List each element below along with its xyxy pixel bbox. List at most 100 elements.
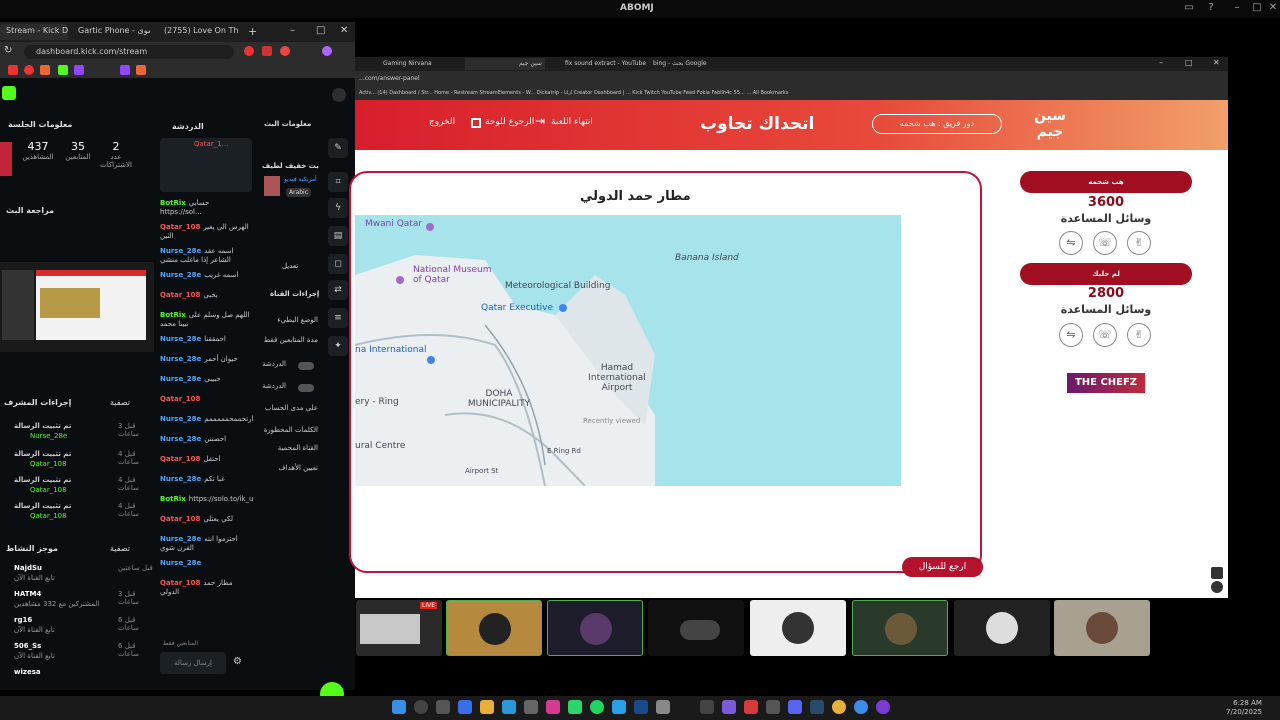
quick-action-item[interactable]: مدة المتابعين فقط [258,336,318,344]
chat-username[interactable]: Nurse_28e [160,271,201,279]
kick-logo-icon[interactable] [2,86,16,100]
chat-username[interactable]: BotRix [160,311,186,319]
edge-icon[interactable] [502,700,516,714]
hand-lifeline-icon[interactable]: ✌ [1127,323,1151,347]
chat-username[interactable]: Nurse_28e [160,375,201,383]
steam-icon[interactable] [810,700,824,714]
mod-action-user[interactable]: Qatar_108 [30,512,67,520]
extension-icon[interactable] [262,46,272,56]
chrome-icon[interactable] [854,700,868,714]
swap-lifeline-icon[interactable]: ⇋ [1059,323,1083,347]
chat-toggle[interactable] [298,362,314,370]
avatar[interactable] [332,88,346,102]
url-field[interactable]: ...com/answer-panel [355,71,1228,87]
chat-username[interactable]: Nurse_28e [160,475,201,483]
search-icon[interactable] [414,700,428,714]
mod-action-user[interactable]: Qatar_108 [30,486,67,494]
chat-username[interactable]: BotRix [160,495,186,503]
chat-bubble-icon[interactable]: ◻ [328,254,348,274]
telegram-icon[interactable] [612,700,626,714]
chat-username[interactable]: Nurse_28e [160,415,201,423]
quick-action-item[interactable]: القناة المحمية [258,444,318,452]
tab-google[interactable]: bing - بحث Google [649,58,711,70]
quick-action-item[interactable]: الكلمات المحظورة [258,426,318,434]
discord-icon[interactable] [788,700,802,714]
quick-action-item[interactable]: الوضع البطيء [258,316,318,324]
bookmark-icon[interactable] [74,65,84,75]
instagram-icon[interactable] [546,700,560,714]
folder-icon[interactable] [480,700,494,714]
maximize-icon[interactable]: □ [316,25,325,36]
chat-toggle[interactable] [298,384,314,392]
chat-username[interactable]: Nurse_28e [160,247,201,255]
chat-username[interactable]: Nurse_28e [160,559,201,567]
activity-user[interactable]: wizesa [14,668,41,676]
app-icon[interactable] [656,700,670,714]
bookmark-icon[interactable] [58,65,68,75]
profile-avatar[interactable] [322,46,332,56]
url-field[interactable]: dashboard.kick.com/stream [24,45,234,59]
phone-lifeline-icon[interactable]: ☏ [1093,231,1117,255]
close-icon[interactable]: ✕ [1213,58,1220,67]
app-icon[interactable] [634,700,648,714]
app-icon[interactable] [876,700,890,714]
quick-action-item[interactable]: تعيين الأهداف [258,464,318,472]
app-icon[interactable] [524,700,538,714]
tab-youtube[interactable]: (2755) Love On The... [158,24,238,40]
stream-preview[interactable] [0,262,154,352]
minimize-icon[interactable]: – [1230,2,1244,16]
chat-username[interactable]: Qatar_108 [160,455,200,463]
start-icon[interactable] [392,700,406,714]
bookmark-icon[interactable] [40,65,50,75]
tab-gartic[interactable]: Gartic Phone - تسوى [72,24,150,40]
chat-input[interactable]: إرسال رسالة [160,652,226,674]
bolt-icon[interactable]: ϟ [328,198,348,218]
maximize-icon[interactable]: □ [1185,58,1193,67]
activity-user[interactable]: 506_Ss [14,642,41,650]
bookmark-icon[interactable] [24,65,34,75]
layers-icon[interactable]: ≡ [328,308,348,328]
layout-icon[interactable]: ▭ [1182,2,1196,16]
phone-lifeline-icon[interactable]: ☏ [1093,323,1117,347]
extension-icon[interactable] [280,46,290,56]
mod-action-user[interactable]: Qatar_108 [30,460,67,468]
chat-username[interactable]: Qatar_108 [160,515,200,523]
bookmark-icon[interactable] [136,65,146,75]
chat-username[interactable]: Nurse_28e [160,355,201,363]
tab-game[interactable]: سين جيم [515,58,546,70]
chat-username[interactable]: Nurse_28e [160,535,201,543]
tools-icon[interactable]: ✦ [328,336,348,356]
activity-user[interactable]: HATM4 [14,590,41,598]
tab-youtube[interactable]: fix sound extract - YouTube [561,58,650,70]
help-icon[interactable]: ? [1204,2,1218,16]
edit-button[interactable]: تعديل [282,262,298,270]
app-icon[interactable] [744,700,758,714]
pinned-message[interactable]: Qatar_1... [160,138,252,192]
whatsapp-icon[interactable] [568,700,582,714]
chat-username[interactable]: Qatar_108 [160,291,200,299]
chat-username[interactable]: Nurse_28e [160,435,201,443]
swap-icon[interactable]: ⇄ [328,280,348,300]
download-icon[interactable] [1211,567,1223,579]
chat-username[interactable]: Qatar_108 [160,223,200,231]
mod-action-user[interactable]: Nurse_28e [30,432,67,440]
spotify-icon[interactable] [590,700,604,714]
minimize-icon[interactable]: – [1159,58,1163,67]
app-icon[interactable] [722,700,736,714]
chat-username[interactable]: Qatar_108 [160,579,200,587]
activity-feed-filter[interactable]: تصفية [110,544,130,553]
minimize-icon[interactable]: – [290,25,295,36]
back-to-board-button[interactable]: الرجوع للوحة [485,117,534,127]
team-turn-indicator[interactable]: دور فريق : هب شحمه [872,114,1002,134]
extension-icon[interactable] [244,46,254,56]
swap-lifeline-icon[interactable]: ⇋ [1059,231,1083,255]
close-icon[interactable]: ✕ [1266,2,1280,16]
activity-user[interactable]: rg16 [14,616,32,624]
new-tab-icon[interactable]: + [248,25,257,38]
chat-username[interactable]: Qatar_108 [160,395,200,403]
app-icon[interactable] [700,700,714,714]
hand-lifeline-icon[interactable]: ✌ [1127,231,1151,255]
tab-kick[interactable]: Stream - Kick Dash [0,24,68,40]
bookmark-icon[interactable] [8,65,18,75]
maximize-icon[interactable]: □ [1250,2,1264,16]
